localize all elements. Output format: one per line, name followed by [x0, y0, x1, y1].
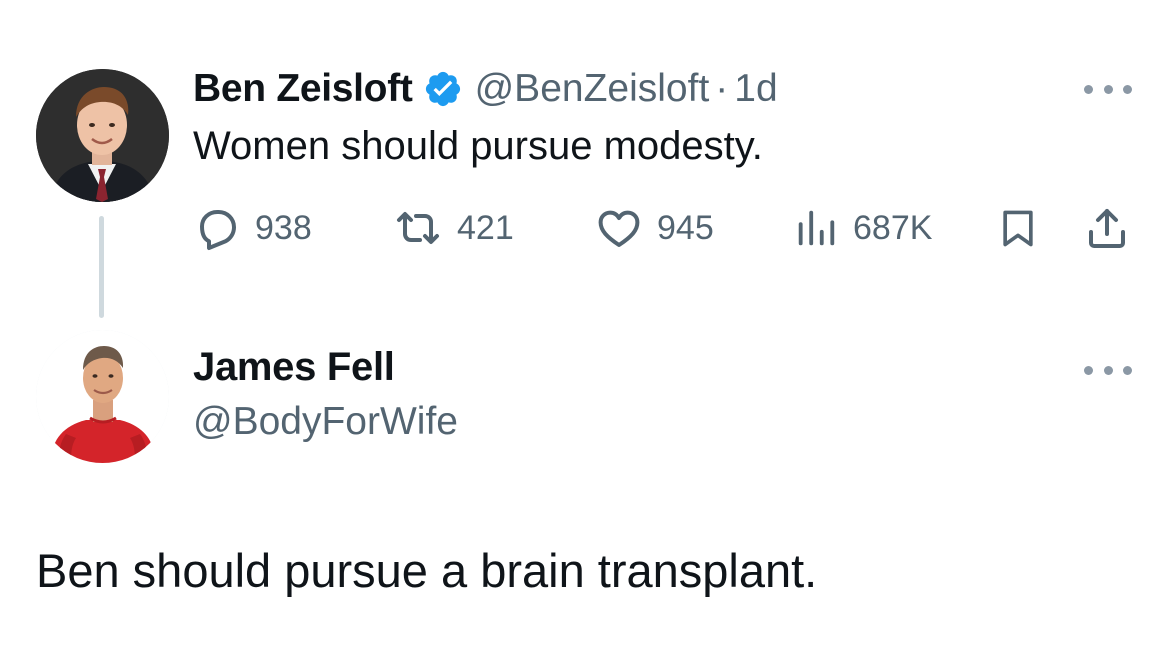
share-icon	[1083, 204, 1131, 252]
more-options-icon[interactable]	[1084, 79, 1132, 99]
views-icon	[793, 204, 839, 252]
bookmark-button[interactable]	[996, 200, 1040, 256]
author-handle[interactable]: @BenZeisloft	[475, 67, 710, 111]
views-button[interactable]: 687K	[793, 200, 932, 256]
retweet-button[interactable]: 421	[393, 200, 514, 256]
reply-author-handle[interactable]: @BodyForWife	[193, 400, 458, 444]
separator-dot: ·	[715, 67, 729, 110]
reply-author-name[interactable]: James Fell	[193, 345, 395, 390]
heart-icon	[595, 204, 643, 252]
bookmark-icon	[996, 204, 1040, 252]
retweet-count: 421	[457, 208, 514, 247]
tweet-header: Ben Zeisloft @BenZeisloft · 1d	[193, 63, 778, 115]
thread-connector-line	[99, 216, 104, 318]
share-button[interactable]	[1083, 200, 1131, 256]
avatar-james-fell[interactable]	[36, 330, 169, 463]
avatar-ben-zeisloft[interactable]	[36, 69, 169, 202]
retweet-icon	[393, 204, 443, 252]
like-button[interactable]: 945	[595, 200, 714, 256]
reply-tweet-text: Ben should pursue a brain transplant.	[36, 544, 818, 597]
views-count: 687K	[853, 208, 933, 247]
reply-icon	[193, 204, 241, 252]
reply-button[interactable]: 938	[193, 200, 312, 256]
reply-count: 938	[255, 208, 312, 247]
timestamp[interactable]: 1d	[734, 67, 777, 111]
like-count: 945	[657, 208, 714, 247]
verified-badge-icon[interactable]	[423, 69, 463, 109]
more-options-icon[interactable]	[1084, 360, 1132, 380]
tweet-text: Women should pursue modesty.	[193, 124, 763, 168]
author-name[interactable]: Ben Zeisloft	[193, 67, 413, 111]
tweet-actions: 938 421 945 687K	[193, 200, 1138, 256]
